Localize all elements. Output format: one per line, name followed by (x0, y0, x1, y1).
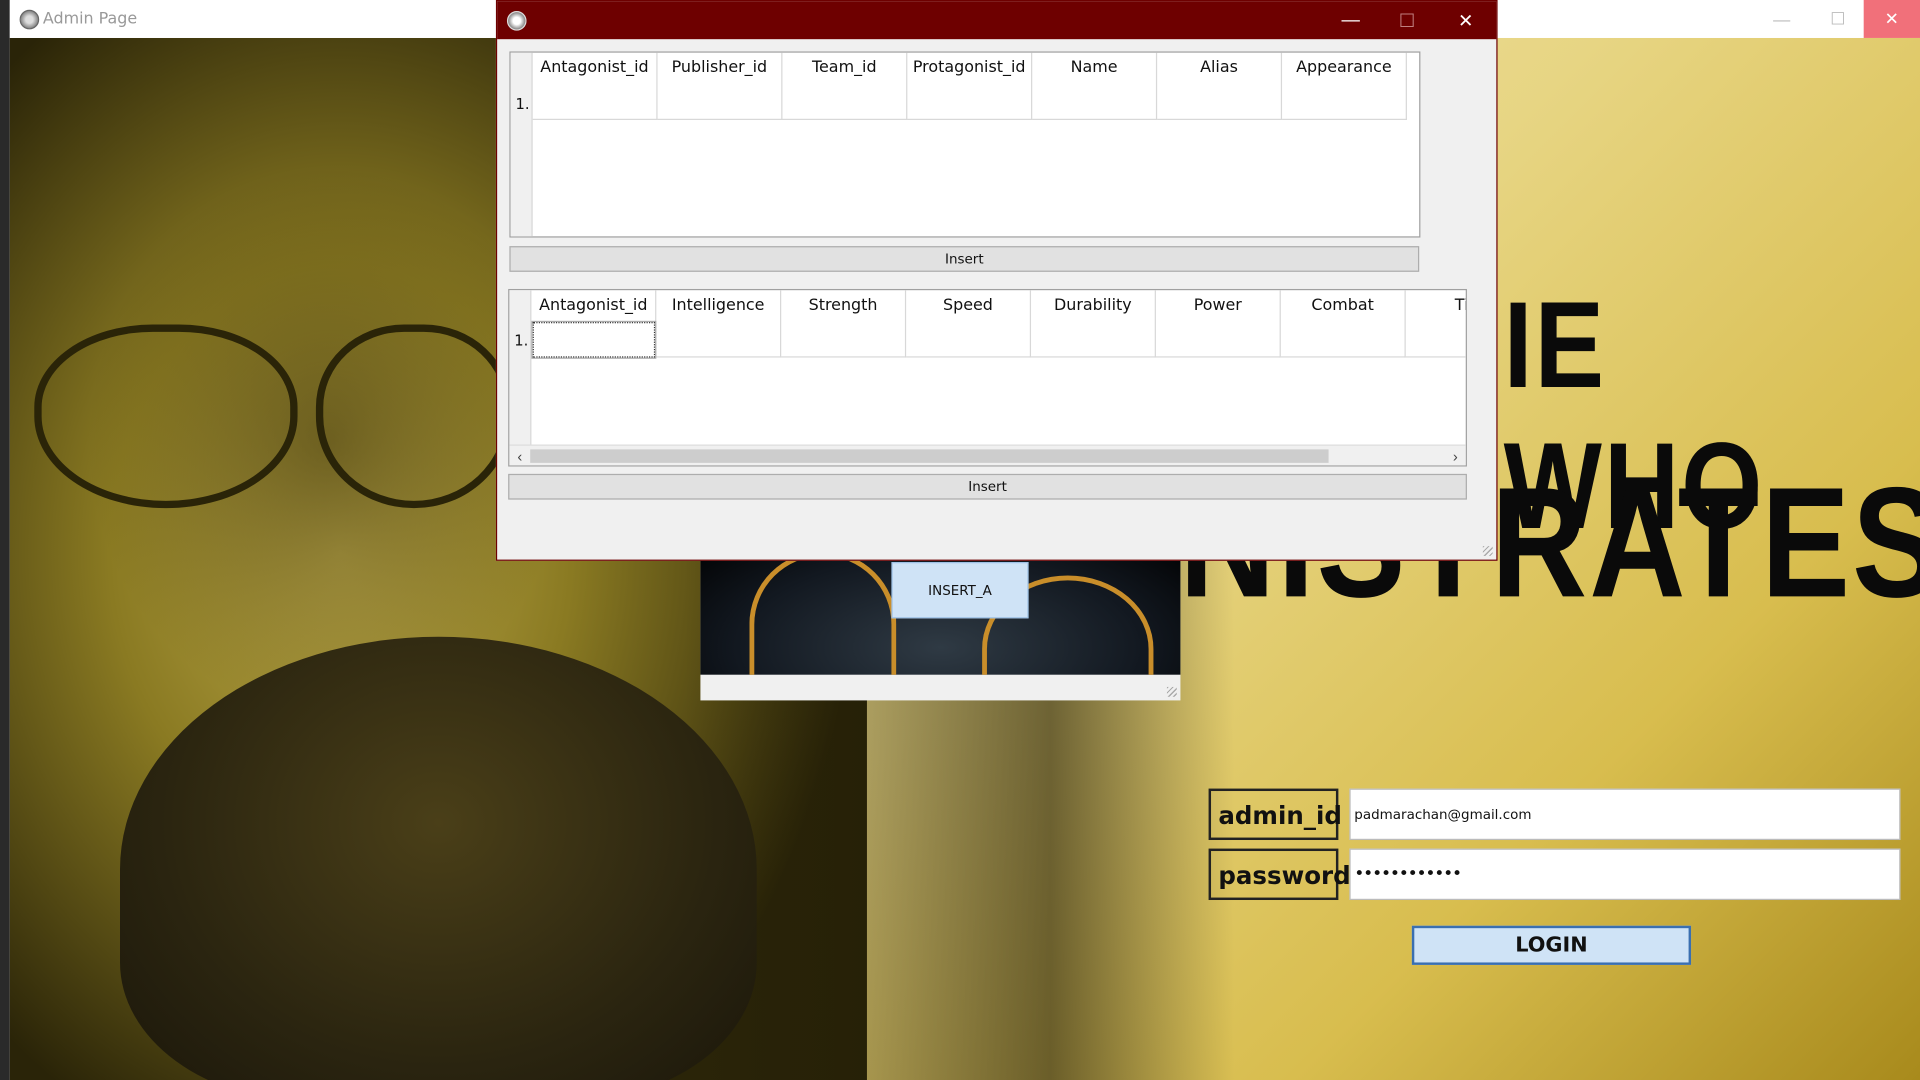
antagonist-table[interactable]: 1. Antagonist_id Publisher_id Team_id Pr… (509, 51, 1421, 238)
column-header[interactable]: Alias (1157, 52, 1283, 121)
horizontal-scrollbar[interactable]: ‹ › (509, 444, 1466, 466)
login-button[interactable]: LOGIN (1411, 925, 1692, 965)
password-input[interactable]: •••••••••••• (1349, 848, 1901, 901)
glasses-left (34, 324, 298, 509)
column-header[interactable]: Intelligence (656, 290, 782, 358)
password-label: password (1208, 848, 1351, 901)
insert-button-1[interactable]: Insert (509, 246, 1420, 272)
scroll-right-icon[interactable]: › (1445, 446, 1466, 466)
insert-a-button[interactable]: INSERT_A (891, 562, 1029, 619)
app-icon (19, 9, 40, 30)
screen: IE WHO NISTRATES Admin Page — ☐ ✕ admin_… (0, 0, 1920, 1080)
admin-id-input[interactable]: padmarachan@gmail.com (1349, 788, 1901, 841)
minimize-button[interactable]: — (1322, 1, 1378, 39)
column-header[interactable]: Combat (1280, 290, 1406, 358)
column-header[interactable]: Name (1032, 52, 1158, 121)
minimize-button[interactable]: — (1753, 0, 1809, 38)
column-header[interactable]: Durability (1031, 290, 1156, 358)
resize-grip[interactable] (1482, 546, 1493, 556)
column-header[interactable]: Speed (906, 290, 1032, 358)
row-number: 1. (515, 95, 530, 113)
resize-grip[interactable] (1166, 686, 1177, 697)
dialog-titlebar: — ☐ ✕ (497, 1, 1497, 40)
column-header[interactable]: Protagonist_id (907, 52, 1033, 121)
maximize-button[interactable]: ☐ (1379, 1, 1435, 39)
insert-dialog: — ☐ ✕ 1. Antagonist_id Publisher_id Team… (495, 0, 1498, 561)
admin-id-label: admin_id (1208, 788, 1342, 841)
close-button[interactable]: ✕ (1863, 0, 1920, 38)
window-title: Admin Page (42, 9, 138, 29)
column-header[interactable]: Power (1155, 290, 1281, 358)
column-header[interactable]: Antagonist_id (532, 52, 658, 121)
column-header[interactable]: Appearance (1282, 52, 1407, 121)
column-header[interactable]: Ti (1405, 290, 1466, 358)
row-number: 1. (514, 331, 529, 349)
column-header[interactable]: Publisher_id (657, 52, 783, 121)
app-icon (506, 11, 527, 31)
scroll-left-icon[interactable]: ‹ (509, 446, 530, 466)
scroll-thumb[interactable] (530, 449, 1329, 463)
glasses-right (315, 324, 512, 509)
insert-a-window: INSERT_A (700, 538, 1181, 701)
cell-editor[interactable] (531, 320, 657, 359)
column-header[interactable]: Strength (781, 290, 907, 358)
close-button[interactable]: ✕ (1438, 1, 1494, 39)
column-header[interactable]: Team_id (782, 52, 908, 121)
beard-shape (120, 636, 757, 1080)
maximize-button[interactable]: ☐ (1810, 0, 1866, 38)
insert-button-2[interactable]: Insert (508, 473, 1467, 500)
stats-table[interactable]: 1. Antagonist_id Intelligence Strength S… (508, 288, 1467, 467)
